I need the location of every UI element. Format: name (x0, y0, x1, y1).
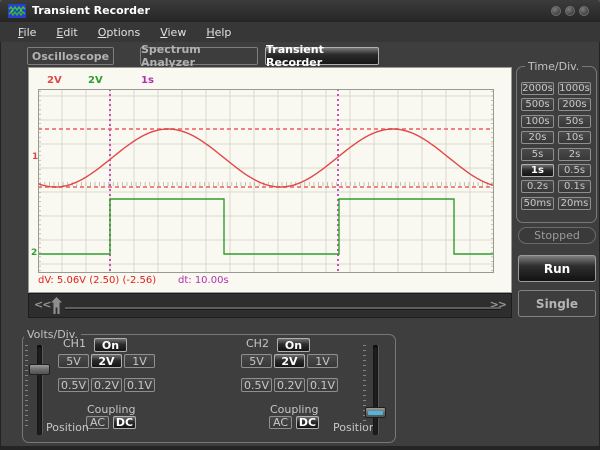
ch2-on-button[interactable]: On (277, 338, 310, 352)
ch1-5v-button[interactable]: 5V (58, 354, 89, 368)
ch1-voltsdiv-label: 2V (47, 75, 62, 86)
ch2-1v-button[interactable]: 1V (307, 354, 338, 368)
ch2-coupling-label: Coupling (270, 403, 314, 416)
ch1-0.1v-button[interactable]: 0.1V (124, 378, 155, 392)
minimize-button[interactable] (551, 6, 561, 16)
ch1-position-slider[interactable] (37, 345, 42, 435)
plot-background (38, 89, 494, 273)
timediv-title: Time/Div. (525, 60, 582, 73)
timediv-0.5s[interactable]: 0.5s (558, 164, 591, 177)
app-icon (8, 4, 26, 18)
title-bar[interactable]: Transient Recorder (0, 0, 600, 23)
window-bottom-edge (0, 446, 600, 450)
ch1-0.5v-button[interactable]: 0.5V (58, 378, 89, 392)
ch2-voltsdiv-label: 2V (88, 75, 103, 86)
ch1-ac-button[interactable]: AC (86, 416, 109, 429)
menu-view[interactable]: View (152, 24, 194, 41)
menu-file[interactable]: File (10, 24, 44, 41)
tab-spectrum-analyzer[interactable]: Spectrum Analyzer (140, 47, 258, 65)
single-button[interactable]: Single (518, 290, 596, 317)
ch1-coupling-label: Coupling (87, 403, 131, 416)
scope-display-panel: 2V 2V 1s 1 2 dV: 5.06V (2.50) (-2.56) dt… (28, 67, 512, 293)
scope-plot[interactable] (38, 89, 494, 273)
menu-edit[interactable]: Edit (48, 24, 85, 41)
ch2-position-label: Position (333, 421, 376, 434)
timediv-2s[interactable]: 2s (558, 148, 591, 161)
menu-options[interactable]: Options (90, 24, 148, 41)
scope-scroll-strip: << >> (28, 293, 512, 318)
ch1-dc-button[interactable]: DC (113, 416, 136, 429)
timediv-20s[interactable]: 20s (521, 131, 554, 144)
timediv-1000s[interactable]: 1000s (558, 82, 591, 95)
scroll-right-button[interactable]: >> (490, 298, 506, 311)
ch2-position-thumb[interactable] (365, 407, 386, 418)
ch2-5v-button[interactable]: 5V (241, 354, 272, 368)
run-button[interactable]: Run (518, 255, 596, 282)
ch1-position-thumb[interactable] (29, 364, 50, 375)
ch1-2v-button[interactable]: 2V (91, 354, 122, 368)
timediv-5s[interactable]: 5s (521, 148, 554, 161)
timediv-0.1s[interactable]: 0.1s (558, 180, 591, 193)
ch1-on-button[interactable]: On (94, 338, 127, 352)
menu-help[interactable]: Help (198, 24, 239, 41)
timediv-20ms[interactable]: 20ms (558, 197, 591, 210)
timediv-1s[interactable]: 1s (521, 164, 554, 177)
ch2-dc-button[interactable]: DC (296, 416, 319, 429)
timediv-buttons: 2000s 1000s 500s 200s 100s 50s 20s 10s 5… (521, 82, 591, 210)
ch2-position-slider[interactable] (373, 345, 378, 435)
ch1-position-ticks (25, 345, 28, 429)
menu-bar: File Edit Options View Help (0, 22, 600, 42)
ch2-trace-index: 2 (31, 248, 37, 258)
ch2-0.2v-button[interactable]: 0.2V (274, 378, 305, 392)
ch2-label: CH2 (246, 337, 269, 350)
scroll-left-button[interactable]: << (34, 298, 50, 311)
timediv-10s[interactable]: 10s (558, 131, 591, 144)
ch2-0.5v-button[interactable]: 0.5V (241, 378, 272, 392)
ch1-0.2v-button[interactable]: 0.2V (91, 378, 122, 392)
status-badge: Stopped (518, 227, 596, 244)
timediv-50ms[interactable]: 50ms (521, 197, 554, 210)
ch1-position-label: Position (46, 421, 89, 434)
restore-button[interactable] (565, 6, 575, 16)
timediv-100s[interactable]: 100s (521, 115, 554, 128)
voltsdiv-groupbox: Volts/Div. CH1 On 5V 2V 1V 0.5V 0.2V 0.1… (22, 334, 396, 443)
ch2-0.1v-button[interactable]: 0.1V (307, 378, 338, 392)
ch1-label: CH1 (63, 337, 86, 350)
close-button[interactable] (579, 6, 589, 16)
timediv-500s[interactable]: 500s (521, 98, 554, 111)
timediv-0.2s[interactable]: 0.2s (521, 180, 554, 193)
delta-t-readout: dt: 10.00s (178, 275, 229, 286)
timediv-2000s[interactable]: 2000s (521, 82, 554, 95)
scroll-track[interactable] (65, 307, 501, 309)
tab-transient-recorder[interactable]: Transient Recorder (265, 47, 379, 65)
timediv-200s[interactable]: 200s (558, 98, 591, 111)
tab-oscilloscope[interactable]: Oscilloscope (27, 47, 114, 65)
delta-v-readout: dV: 5.06V (2.50) (-2.56) (38, 275, 156, 286)
ch1-1v-button[interactable]: 1V (124, 354, 155, 368)
timediv-readout-label: 1s (141, 75, 154, 86)
window-title: Transient Recorder (32, 0, 150, 22)
ch2-2v-button[interactable]: 2V (274, 354, 305, 368)
ch2-ac-button[interactable]: AC (269, 416, 292, 429)
app-window: Transient Recorder File Edit Options Vie… (0, 0, 600, 450)
timediv-50s[interactable]: 50s (558, 115, 591, 128)
scroll-thumb[interactable] (51, 297, 62, 314)
